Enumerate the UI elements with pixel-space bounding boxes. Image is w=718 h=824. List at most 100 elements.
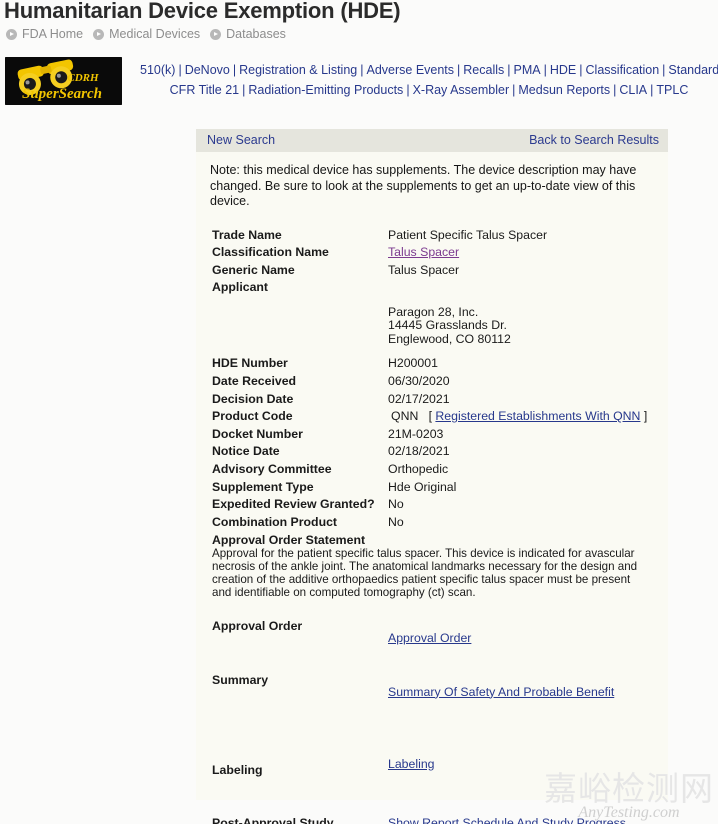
field-value-trade-name: Patient Specific Talus Spacer [388,227,548,242]
field-value-expedited-review: No [388,497,404,512]
field-row-date-received: Date Received 06/30/2020 [196,373,668,391]
field-label-combination-product: Combination Product [212,514,338,529]
nav-separator: | [178,63,182,77]
field-row-docket-number: Docket Number 21M-0203 [196,426,668,444]
applicant-address-line-3: Englewood, CO 80112 [388,331,511,346]
supplements-note: Note: this medical device has supplement… [210,163,637,208]
nav-link-standards[interactable]: Standards [668,63,718,77]
field-label-product-code: Product Code [212,409,293,424]
field-label-hde-number: HDE Number [212,356,288,371]
nav-link-hde[interactable]: HDE [550,63,576,77]
nav-link-adverse-events[interactable]: Adverse Events [366,63,454,77]
breadcrumb: FDA Home Medical Devices Databases [6,27,296,41]
field-row-approval-order: Approval Order Approval Order [196,619,668,673]
field-row-combination-product: Combination Product No [196,514,668,532]
field-label-notice-date: Notice Date [212,444,280,459]
field-label-advisory-committee: Advisory Committee [212,461,332,476]
field-row-supplement-type: Supplement Type Hde Original [196,479,668,497]
cdrh-supersearch-logo[interactable]: CDRH SuperSearch [5,57,122,105]
field-label-expedited-review: Expedited Review Granted? [212,497,375,512]
field-row-classification-name: Classification Name Talus Spacer [196,244,668,262]
field-row-labeling: Labeling Labeling [196,757,668,816]
nav-link-xray-assembler[interactable]: X-Ray Assembler [413,83,510,97]
nav-link-registration-listing[interactable]: Registration & Listing [239,63,357,77]
nav-row-2: CFR Title 21 | Radiation-Emitting Products… [140,80,718,100]
field-value-docket-number: 21M-0203 [388,426,444,441]
field-value-generic-name: Talus Spacer [388,262,460,277]
field-label-applicant: Applicant [212,280,269,295]
field-row-summary: Summary Summary Of Safety And Probable B… [196,673,668,757]
nav-link-clia[interactable]: CLIA [619,83,647,97]
approval-order-statement-text: Approval for the patient specific talus … [212,547,638,599]
nav-link-recalls[interactable]: Recalls [463,63,504,77]
field-label-classification-name: Classification Name [212,245,329,260]
field-value-notice-date: 02/18/2021 [388,444,450,459]
nav-separator: | [242,83,246,97]
nav-separator: | [579,63,583,77]
field-value-advisory-committee: Orthopedic [388,461,449,476]
nav-separator: | [613,83,617,97]
field-value-decision-date: 02/17/2021 [388,391,450,406]
field-row-expedited-review: Expedited Review Granted? No [196,496,668,514]
nav-link-510k[interactable]: 510(k) [140,63,175,77]
nav-link-cfr-title-21[interactable]: CFR Title 21 [170,83,239,97]
page-root: Humanitarian Device Exemption (HDE) FDA … [0,0,718,824]
approval-order-link[interactable]: Approval Order [388,631,471,645]
field-value-product-code: QNN [ Registered Establishments With QNN… [391,408,647,426]
field-row-applicant: Applicant [196,279,668,297]
field-value-hde-number: H200001 [388,356,438,371]
field-row-advisory-committee: Advisory Committee Orthopedic [196,461,668,479]
new-search-link[interactable]: New Search [207,133,275,147]
field-label-docket-number: Docket Number [212,426,303,441]
breadcrumb-item-databases[interactable]: Databases [226,27,286,41]
nav-link-classification[interactable]: Classification [586,63,660,77]
breadcrumb-item-medical-devices[interactable]: Medical Devices [109,27,200,41]
nav-link-medsun-reports[interactable]: Medsun Reports [518,83,610,97]
breadcrumb-item-fda-home[interactable]: FDA Home [22,27,83,41]
field-label-approval-order: Approval Order [212,618,303,633]
nav-separator: | [232,63,237,77]
nav-row-1: 510(k) | DeNovo | Registration & Listing | Adv… [140,60,718,80]
field-label-supplement-type: Supplement Type [212,479,314,494]
bracket-close: ] [643,409,648,424]
field-value-classification-name: Talus Spacer [388,244,459,262]
summary-of-safety-link[interactable]: Summary Of Safety And Probable Benefit [388,685,614,699]
field-label-post-approval-study: Post-Approval Study [212,815,334,824]
field-row-decision-date: Decision Date 02/17/2021 [196,391,668,409]
nav-separator: | [406,83,410,97]
nav-separator: | [512,83,516,97]
field-label-approval-order-statement: Approval Order Statement [212,533,366,548]
field-label-decision-date: Decision Date [212,391,294,406]
product-code-text: QNN [391,409,419,424]
logo-text-cdrh: CDRH [67,72,99,84]
nav-link-tplc[interactable]: TPLC [656,83,688,97]
registered-establishments-link[interactable]: Registered Establishments With QNN [435,409,640,423]
panel-toolbar: New Search Back to Search Results [196,129,668,152]
field-label-generic-name: Generic Name [212,262,295,277]
field-value-combination-product: No [388,514,404,529]
field-value-date-received: 06/30/2020 [388,373,450,388]
bracket-open: [ [428,409,432,424]
record-fields: Trade Name Patient Specific Talus Spacer… [196,227,668,824]
nav-separator: | [457,63,461,77]
field-row-hde-number: HDE Number H200001 [196,355,668,373]
page-title: Humanitarian Device Exemption (HDE) [4,0,401,23]
field-label-trade-name: Trade Name [212,227,282,242]
field-row-notice-date: Notice Date 02/18/2021 [196,443,668,461]
post-approval-study-link[interactable]: Show Report Schedule And Study Progress [388,816,626,824]
bullet-arrow-icon [210,28,222,40]
labeling-link[interactable]: Labeling [388,757,435,771]
nav-link-denovo[interactable]: DeNovo [185,63,230,77]
bullet-arrow-icon [93,28,105,40]
logo-text-supersearch: SuperSearch [22,86,102,102]
nav-link-pma[interactable]: PMA [514,63,541,77]
classification-name-link[interactable]: Talus Spacer [388,245,459,259]
field-label-labeling: Labeling [212,762,263,777]
nav-separator: | [543,63,547,77]
database-nav: 510(k) | DeNovo | Registration & Listing | Adv… [140,60,718,100]
back-to-search-results-link[interactable]: Back to Search Results [529,133,659,147]
field-row-generic-name: Generic Name Talus Spacer [196,262,668,280]
field-row-product-code: Product Code QNN [ Registered Establishm… [196,408,668,426]
applicant-address-line-2: 14445 Grasslands Dr. [388,318,507,333]
nav-link-radiation-emitting-products[interactable]: Radiation-Emitting Products [248,83,403,97]
